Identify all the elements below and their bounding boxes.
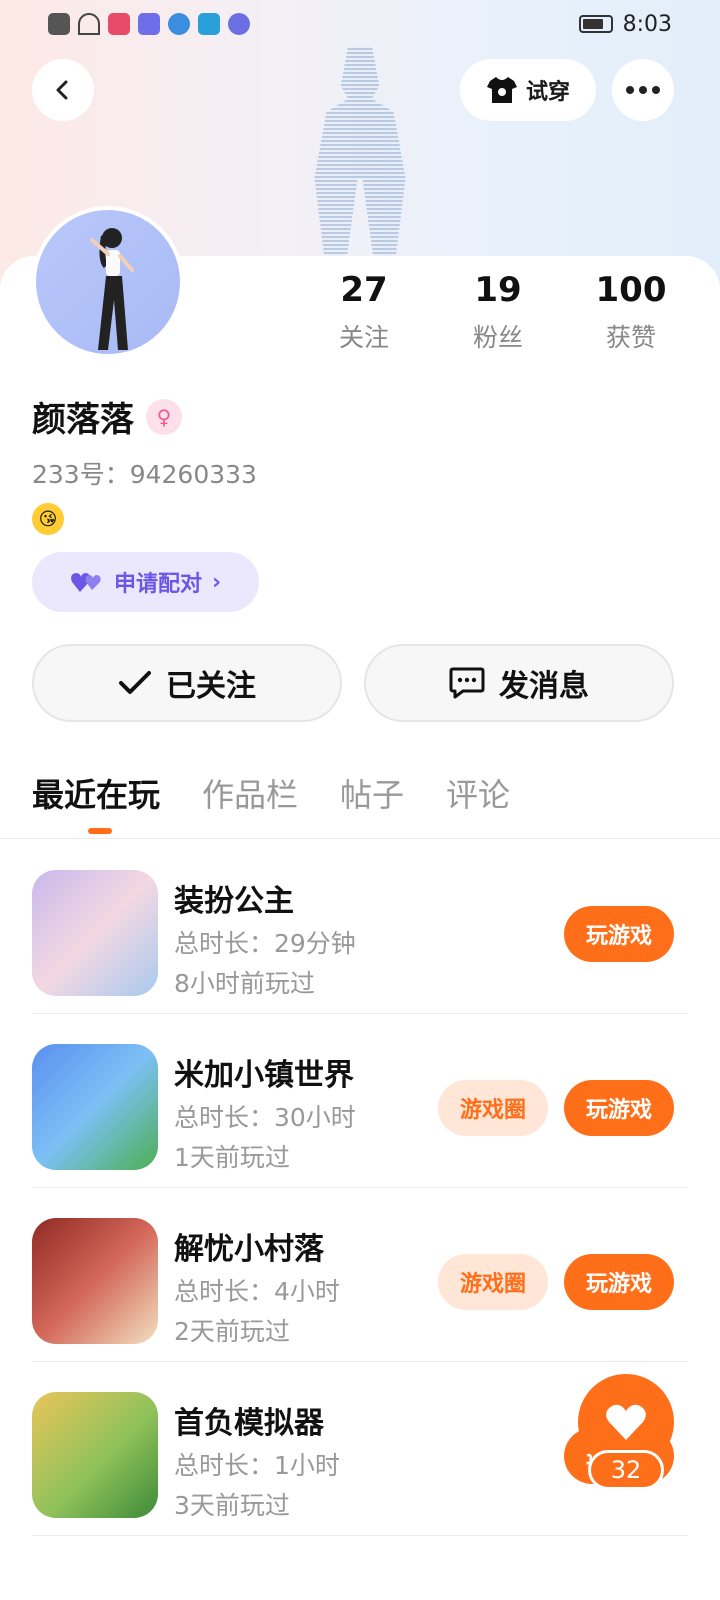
stat-value: 19: [474, 270, 522, 310]
game-last-played: 1天前玩过: [174, 1143, 290, 1172]
battery-icon: [578, 15, 613, 33]
status-bar: 8:03: [0, 0, 720, 48]
more-dots-icon: [626, 86, 660, 94]
stat-likes[interactable]: 100 获赞: [571, 270, 691, 354]
game-title: 解忧小村落: [174, 1232, 324, 1267]
chevron-right-icon: ›: [211, 569, 222, 595]
try-on-button[interactable]: 试穿: [460, 59, 596, 121]
apply-pair-label: 申请配对: [113, 572, 202, 597]
game-icon: [32, 1392, 158, 1518]
play-game-button[interactable]: 玩游戏: [564, 1080, 674, 1136]
stat-label: 获赞: [605, 323, 656, 352]
app-notification-icon: [108, 13, 130, 35]
play-game-button[interactable]: 玩游戏: [564, 906, 674, 962]
game-last-played: 8小时前玩过: [174, 969, 315, 998]
notification-icon: [48, 13, 70, 35]
game-icon: [32, 1044, 158, 1170]
app-notification-icon: [168, 13, 190, 35]
followed-label: 已关注: [166, 669, 256, 704]
music-icon: [228, 13, 250, 35]
followed-button[interactable]: 已关注: [32, 644, 342, 722]
heart-icon: [606, 1404, 646, 1440]
book-icon: [198, 13, 220, 35]
avatar-3d-figure: [314, 46, 406, 266]
profile-tabs: 最近在玩 作品栏 帖子 评论: [32, 770, 510, 834]
avatar-figure-icon: [90, 228, 134, 350]
profile-uid: 233号：94260333: [32, 460, 257, 489]
status-right: 8:03: [578, 11, 672, 37]
game-title: 首负模拟器: [174, 1406, 324, 1441]
name-row: 颜落落 ♀: [32, 392, 182, 441]
tab-comments[interactable]: 评论: [446, 770, 510, 816]
apply-pair-button[interactable]: 申请配对 ›: [32, 552, 259, 612]
stat-value: 100: [595, 270, 667, 310]
stat-label: 关注: [338, 323, 389, 352]
game-list-item[interactable]: 解忧小村落 总时长：4小时 2天前玩过 游戏圈 玩游戏: [32, 1188, 688, 1362]
game-last-played: 3天前玩过: [174, 1491, 290, 1520]
game-duration: 总时长：30小时: [174, 1103, 356, 1132]
profile-avatar[interactable]: [32, 206, 184, 358]
stat-label: 粉丝: [472, 323, 523, 352]
game-icon: [32, 1218, 158, 1344]
double-heart-icon: [71, 573, 101, 592]
stat-following[interactable]: 27 关注: [304, 270, 424, 354]
stat-value: 27: [340, 270, 388, 310]
tab-works[interactable]: 作品栏: [202, 770, 298, 816]
game-duration: 总时长：29分钟: [174, 929, 356, 958]
stat-followers[interactable]: 19 粉丝: [438, 270, 558, 354]
send-message-button[interactable]: 发消息: [364, 644, 674, 722]
checkmark-icon: [119, 671, 151, 694]
kiss-emoji-icon: 😘: [32, 503, 64, 535]
tabs-divider: [0, 838, 720, 839]
game-title: 装扮公主: [174, 884, 294, 919]
game-circle-button[interactable]: 游戏圈: [438, 1254, 548, 1310]
wifi-icon: [78, 13, 100, 35]
try-on-label: 试穿: [525, 80, 570, 105]
status-icons: [48, 13, 250, 35]
tab-posts[interactable]: 帖子: [340, 770, 404, 816]
row-divider: [32, 1535, 688, 1536]
game-circle-button[interactable]: 游戏圈: [438, 1080, 548, 1136]
game-last-played: 2天前玩过: [174, 1317, 290, 1346]
more-button[interactable]: [612, 59, 674, 121]
game-list-item[interactable]: 装扮公主 总时长：29分钟 8小时前玩过 玩游戏: [32, 840, 688, 1014]
send-message-label: 发消息: [499, 669, 589, 704]
chat-bubble-icon: [449, 667, 485, 699]
play-game-button[interactable]: 玩游戏: [564, 1254, 674, 1310]
game-list-item[interactable]: 米加小镇世界 总时长：30小时 1天前玩过 游戏圈 玩游戏: [32, 1014, 688, 1188]
female-gender-icon: ♀: [146, 398, 182, 435]
profile-name: 颜落落: [32, 400, 134, 440]
status-time: 8:03: [622, 11, 672, 37]
tab-recently-played[interactable]: 最近在玩: [32, 770, 160, 834]
back-button[interactable]: [32, 59, 94, 121]
chevron-left-icon: [56, 80, 68, 100]
tshirt-icon: [486, 77, 517, 103]
game-title: 米加小镇世界: [174, 1058, 354, 1093]
game-icon: [32, 870, 158, 996]
game-duration: 总时长：4小时: [174, 1277, 340, 1306]
like-count-badge: 32: [588, 1450, 664, 1490]
game-duration: 总时长：1小时: [174, 1451, 340, 1480]
app-notification-icon: [138, 13, 160, 35]
